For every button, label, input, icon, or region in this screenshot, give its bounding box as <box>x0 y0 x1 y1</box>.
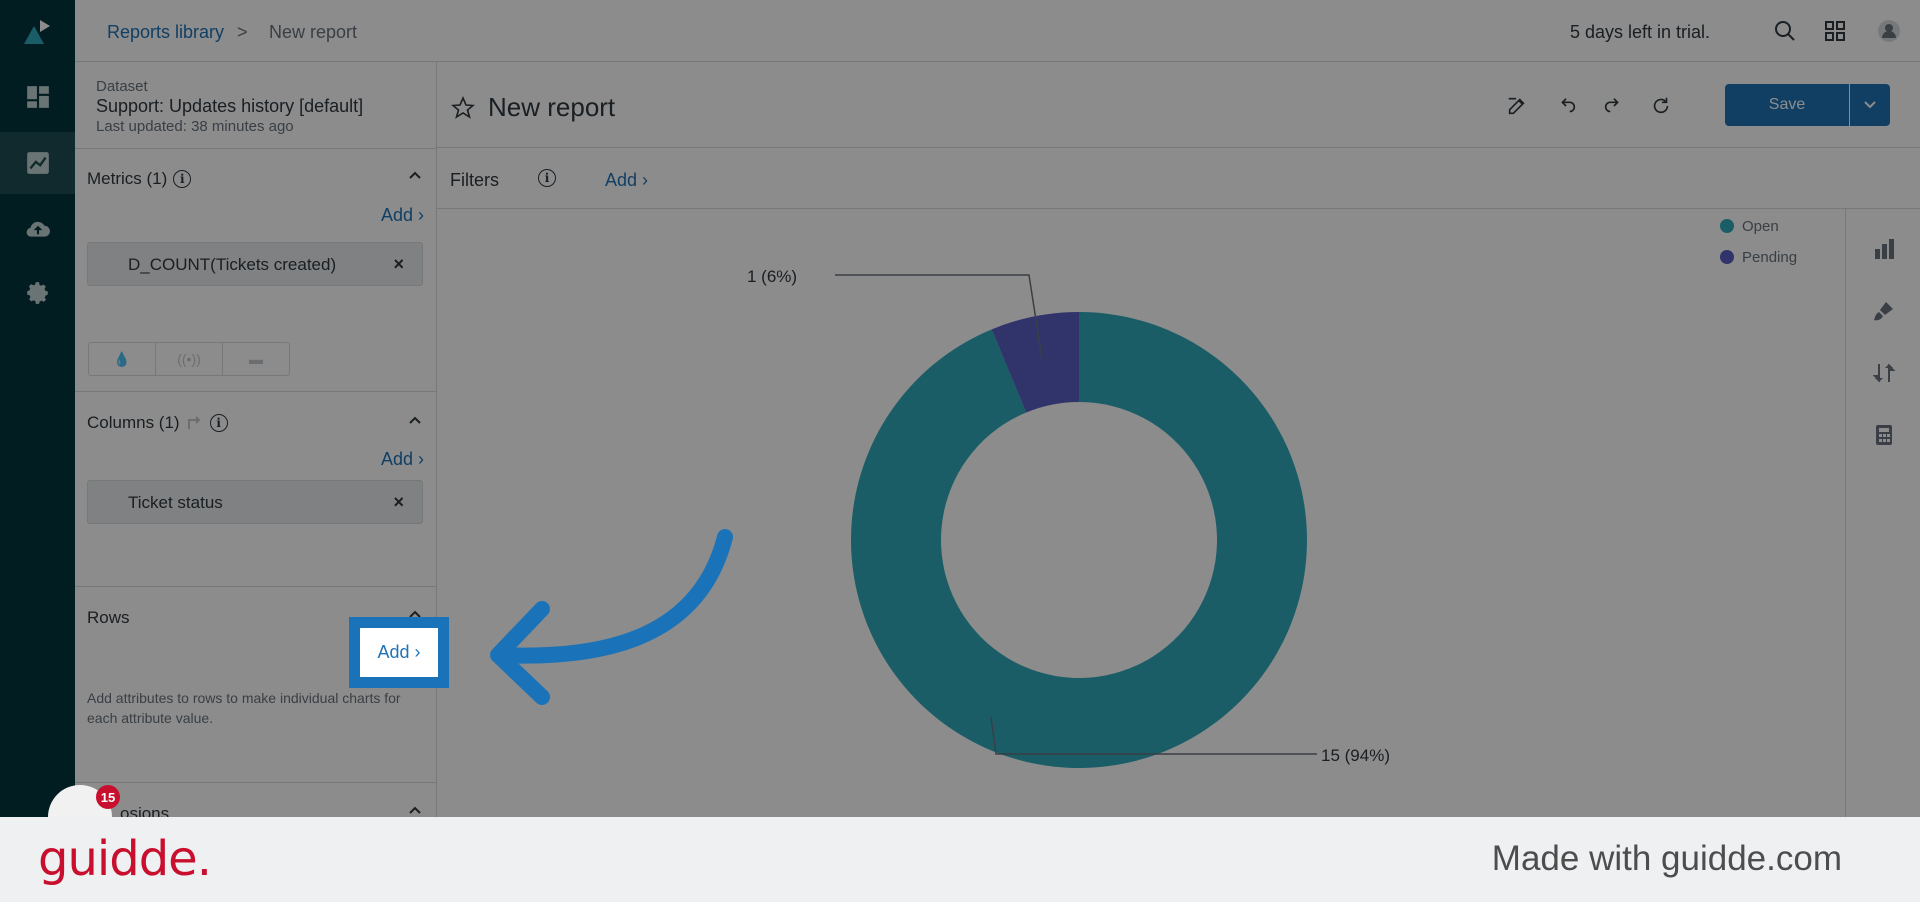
column-pill-label: Ticket status <box>128 493 223 512</box>
filters-add-link[interactable]: Add › <box>605 170 648 191</box>
breadcrumb-current: New report <box>269 22 358 42</box>
redo-icon <box>1604 98 1619 113</box>
rows-hint: Add attributes to rows to make individua… <box>87 690 401 726</box>
column-pill[interactable]: Ticket status × <box>87 480 423 524</box>
metric-pill-label: D_COUNT(Tickets created) <box>128 255 337 274</box>
notification-count: 15 <box>96 785 120 809</box>
save-button[interactable]: Save <box>1725 84 1849 126</box>
columns-add-link[interactable]: Add › <box>381 449 424 470</box>
guidde-logo: guidde. <box>38 831 212 887</box>
metrics-add-link[interactable]: Add › <box>381 205 424 226</box>
chevron-up-icon[interactable] <box>408 803 422 817</box>
sort-icon <box>1872 363 1896 383</box>
guide-arrow-icon <box>490 529 733 705</box>
cloud-upload-icon <box>26 221 50 237</box>
footer: guidde. Made with guidde.com <box>0 817 1920 902</box>
rows-add-highlight: Add › <box>349 617 449 688</box>
format-button[interactable] <box>1870 297 1898 325</box>
nav-dashboard[interactable] <box>0 66 75 128</box>
columns-title: Columns (1) <box>87 413 180 432</box>
info-icon[interactable]: i <box>209 414 228 432</box>
calculations-button[interactable] <box>1870 421 1898 449</box>
apps-button[interactable] <box>1820 16 1850 46</box>
search-icon <box>1775 21 1795 41</box>
reports-icon <box>26 152 49 174</box>
legend-swatch-pending[interactable] <box>1720 250 1734 264</box>
divider <box>75 391 437 392</box>
edit-button[interactable] <box>1503 92 1531 120</box>
avatar-icon <box>1878 20 1900 42</box>
metric-options: 💧 ((•)) ▬ <box>88 342 290 376</box>
columns-section-title: Columns (1) i <box>87 413 228 433</box>
search-button[interactable] <box>1770 16 1800 46</box>
redo-button[interactable] <box>1599 92 1627 120</box>
undo-button[interactable] <box>1553 92 1581 120</box>
filters-label: Filters <box>450 170 499 190</box>
refresh-button[interactable] <box>1647 92 1675 120</box>
report-title-row: New report Save <box>437 62 1920 148</box>
remove-metric-button[interactable]: × <box>393 254 404 275</box>
chart-tools <box>1845 209 1920 817</box>
metrics-section-title: Metrics (1) i <box>87 169 192 189</box>
data-label-pending: 1 (6%) <box>747 267 797 286</box>
edit-icon <box>1508 97 1525 115</box>
nav-upload[interactable] <box>0 198 75 260</box>
refresh-icon <box>1653 97 1669 114</box>
paintbrush-icon <box>1874 302 1893 321</box>
comment-icon[interactable]: ▬ <box>223 343 289 375</box>
save-options-button[interactable] <box>1850 84 1890 126</box>
sort-button[interactable] <box>1870 359 1898 387</box>
nav-reports[interactable] <box>0 132 75 194</box>
chart-type-button[interactable] <box>1870 235 1898 263</box>
logo-icon <box>23 20 50 44</box>
metric-pill[interactable]: D_COUNT(Tickets created) × <box>87 242 423 286</box>
config-panel: Dataset Support: Updates history [defaul… <box>75 62 437 817</box>
dataset-label: Dataset <box>96 78 148 95</box>
top-bar: Reports library > New report 5 days left… <box>75 0 1920 62</box>
swap-icon[interactable] <box>186 415 204 431</box>
bar-chart-icon <box>1875 239 1894 259</box>
dataset-updated: Last updated: 38 minutes ago <box>96 118 294 135</box>
chevron-up-icon[interactable] <box>408 413 422 427</box>
calculator-icon <box>1876 425 1892 445</box>
grid-icon <box>1825 21 1845 41</box>
divider <box>75 148 437 149</box>
report-title[interactable]: New report <box>488 92 615 123</box>
dashboard-icon <box>26 86 49 108</box>
droplet-icon[interactable]: 💧 <box>89 343 156 375</box>
made-with-text: Made with guidde.com <box>1491 839 1842 878</box>
trial-status: 5 days left in trial. <box>1569 22 1710 42</box>
rows-section-title: Rows <box>87 608 130 628</box>
explosions-title: osions <box>120 804 170 817</box>
divider <box>75 586 437 587</box>
divider <box>75 782 437 783</box>
remove-column-button[interactable]: × <box>393 492 404 513</box>
breadcrumb-reports-library[interactable]: Reports library <box>107 22 224 43</box>
rows-title: Rows <box>87 608 130 627</box>
app-logo[interactable] <box>0 0 75 62</box>
data-label-open: 15 (94%) <box>1321 746 1390 765</box>
legend-label-open[interactable]: Open <box>1742 218 1779 235</box>
info-icon[interactable]: i <box>538 169 556 187</box>
undo-icon <box>1561 98 1576 113</box>
filters-row: Filters i Add › <box>437 148 1920 209</box>
metrics-title: Metrics (1) <box>87 169 168 188</box>
chevron-down-icon <box>1864 101 1876 109</box>
dataset-name[interactable]: Support: Updates history [default] <box>96 96 363 117</box>
breadcrumb-separator: > <box>237 22 248 42</box>
legend-label-pending[interactable]: Pending <box>1742 249 1797 266</box>
explosions-section-title: osions <box>120 804 169 817</box>
nav-settings[interactable] <box>0 262 75 324</box>
info-icon[interactable]: i <box>173 170 192 188</box>
rows-add-link[interactable]: Add › <box>377 642 420 663</box>
notification-widget[interactable]: 15 <box>48 785 120 817</box>
legend-swatch-open[interactable] <box>1720 219 1734 233</box>
left-nav <box>0 0 75 817</box>
broadcast-icon[interactable]: ((•)) <box>156 343 223 375</box>
star-icon[interactable] <box>451 96 475 120</box>
chevron-up-icon[interactable] <box>408 168 422 182</box>
gear-icon <box>26 282 48 304</box>
user-avatar[interactable] <box>1874 16 1904 46</box>
app: Reports library > New report 5 days left… <box>0 0 1920 817</box>
